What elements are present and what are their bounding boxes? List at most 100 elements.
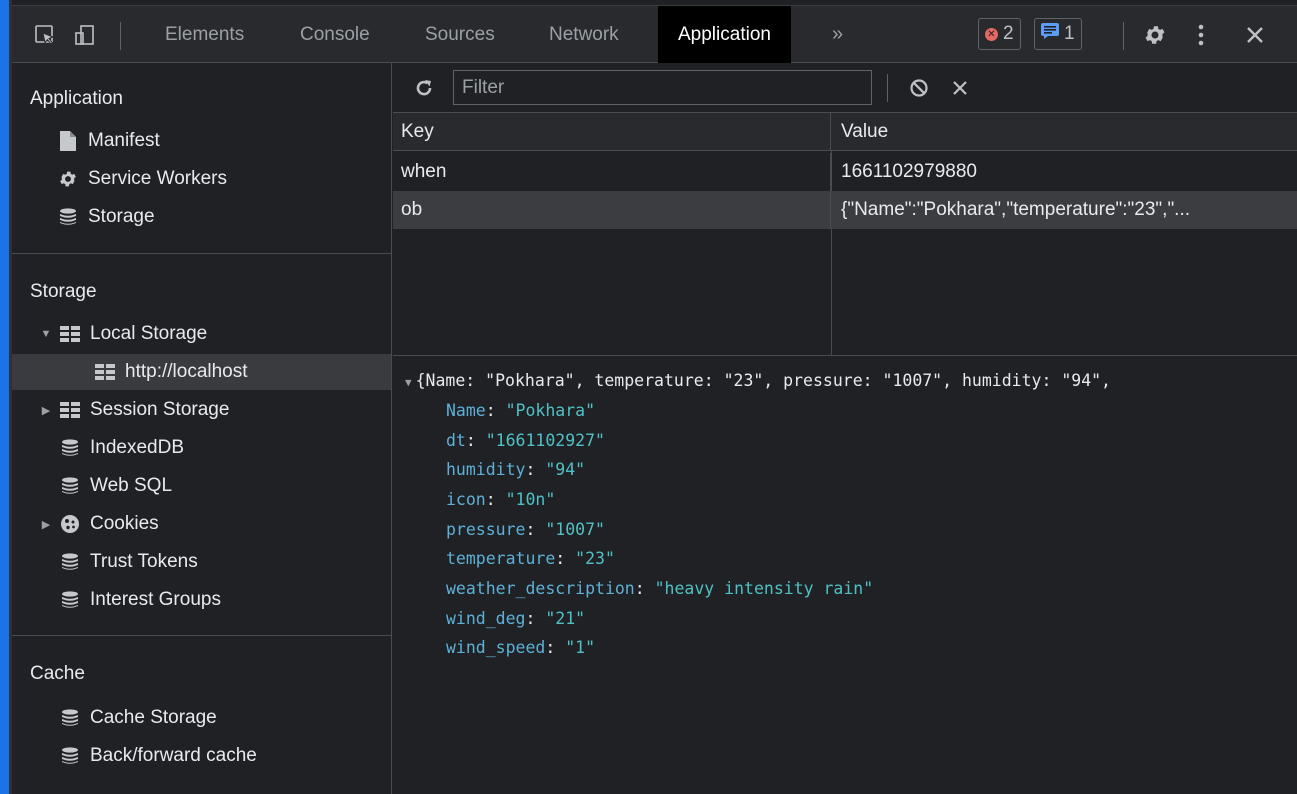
database-icon bbox=[60, 590, 80, 610]
property-line: wind_deg: "21" bbox=[446, 609, 586, 628]
sidebar-item-label: Storage bbox=[88, 206, 155, 227]
refresh-icon[interactable] bbox=[411, 63, 437, 113]
property-key: wind_speed bbox=[446, 638, 546, 657]
more-options-icon[interactable] bbox=[1188, 6, 1214, 64]
column-header-key[interactable]: Key bbox=[393, 113, 831, 150]
inspect-element-icon[interactable] bbox=[30, 6, 60, 64]
application-sidebar: Application Manifest Service Workers Sto… bbox=[12, 63, 392, 794]
storage-main-panel: Key Value when 1661102979880 ob {"Name":… bbox=[393, 63, 1297, 794]
filter-input[interactable] bbox=[453, 70, 872, 105]
tab-network[interactable]: Network bbox=[549, 6, 619, 63]
section-header-application: Application bbox=[30, 88, 123, 109]
sidebar-item-label: Manifest bbox=[88, 130, 160, 151]
window-edge bbox=[0, 0, 9, 794]
toolbar-separator bbox=[887, 74, 888, 102]
expanded-triangle-icon[interactable]: ▼ bbox=[405, 376, 412, 389]
database-icon bbox=[60, 746, 80, 766]
property-value: "94" bbox=[545, 460, 586, 479]
devtools-toolbar: Elements Console Sources Network Applica… bbox=[12, 5, 1297, 63]
sidebar-item-label: Service Workers bbox=[88, 168, 228, 189]
property-line: weather_description: "heavy intensity ra… bbox=[446, 579, 874, 598]
property-line: dt: "1661102927" bbox=[446, 431, 605, 450]
property-line: Name: "Pokhara" bbox=[446, 401, 596, 420]
sidebar-item-label: Local Storage bbox=[90, 323, 208, 344]
property-value: "heavy intensity rain" bbox=[654, 579, 874, 598]
sidebar-item-label: Session Storage bbox=[90, 399, 230, 420]
sidebar-item-cache-storage[interactable]: Cache Storage bbox=[12, 700, 391, 736]
sidebar-item-session-storage[interactable]: ▶ Session Storage bbox=[12, 392, 391, 428]
sidebar-item-service-workers[interactable]: Service Workers bbox=[12, 161, 391, 197]
tab-sources[interactable]: Sources bbox=[425, 6, 495, 63]
property-key: humidity bbox=[446, 460, 526, 479]
database-icon bbox=[60, 708, 80, 728]
tab-elements[interactable]: Elements bbox=[165, 6, 244, 63]
error-icon: ✕ bbox=[985, 27, 998, 41]
sidebar-item-manifest[interactable]: Manifest bbox=[12, 123, 391, 159]
sidebar-item-storage[interactable]: Storage bbox=[12, 199, 391, 235]
sidebar-item-label: Web SQL bbox=[90, 475, 173, 496]
property-key: pressure bbox=[446, 520, 526, 539]
property-value: "1" bbox=[565, 638, 596, 657]
sidebar-item-localhost[interactable]: http://localhost bbox=[12, 354, 391, 390]
messages-badge[interactable]: 1 bbox=[1034, 18, 1082, 50]
section-divider bbox=[12, 253, 391, 254]
property-value: "1661102927" bbox=[485, 431, 605, 450]
tab-console[interactable]: Console bbox=[300, 6, 370, 63]
object-summary-text: {Name: "Pokhara", temperature: "23", pre… bbox=[415, 371, 1111, 390]
section-header-storage: Storage bbox=[30, 281, 97, 302]
errors-badge[interactable]: ✕ 2 bbox=[978, 18, 1021, 50]
grid-table-icon bbox=[60, 400, 80, 420]
property-value: "10n" bbox=[505, 490, 556, 509]
sidebar-item-label: Trust Tokens bbox=[90, 551, 198, 572]
table-cell-key[interactable]: when bbox=[393, 153, 831, 191]
database-icon bbox=[60, 552, 80, 572]
property-line: humidity: "94" bbox=[446, 460, 586, 479]
sidebar-item-interest-groups[interactable]: Interest Groups bbox=[12, 582, 391, 618]
sidebar-item-label: Cookies bbox=[90, 513, 159, 534]
table-cell-key[interactable]: ob bbox=[393, 191, 831, 229]
collapsed-triangle-icon[interactable]: ▶ bbox=[40, 518, 52, 531]
errors-count: 2 bbox=[1003, 23, 1014, 44]
expanded-triangle-icon[interactable]: ▼ bbox=[40, 328, 52, 340]
table-row[interactable]: when 1661102979880 bbox=[393, 153, 1297, 191]
sidebar-item-cookies[interactable]: ▶ Cookies bbox=[12, 506, 391, 542]
sidebar-item-label: IndexedDB bbox=[90, 437, 185, 458]
table-row-selected[interactable]: ob {"Name":"Pokhara","temperature":"23",… bbox=[393, 191, 1297, 229]
sidebar-item-indexeddb[interactable]: IndexedDB bbox=[12, 430, 391, 466]
tab-application[interactable]: Application bbox=[658, 6, 791, 63]
property-key: Name bbox=[446, 401, 486, 420]
column-header-value[interactable]: Value bbox=[831, 113, 1297, 150]
sidebar-item-label: Back/forward cache bbox=[90, 745, 257, 766]
collapsed-triangle-icon[interactable]: ▶ bbox=[40, 404, 52, 417]
sidebar-item-label: Cache Storage bbox=[90, 707, 217, 728]
object-summary[interactable]: ▼ {Name: "Pokhara", temperature: "23", pr… bbox=[405, 371, 1111, 390]
filter-toolbar bbox=[393, 63, 1297, 113]
close-icon[interactable] bbox=[1240, 6, 1270, 64]
property-value: "1007" bbox=[545, 520, 605, 539]
sidebar-item-trust-tokens[interactable]: Trust Tokens bbox=[12, 544, 391, 580]
sidebar-item-web-sql[interactable]: Web SQL bbox=[12, 468, 391, 504]
section-divider bbox=[12, 635, 391, 636]
device-toolbar-icon[interactable] bbox=[70, 6, 100, 64]
toolbar-separator bbox=[120, 22, 121, 50]
table-cell-value[interactable]: 1661102979880 bbox=[831, 153, 1297, 191]
sidebar-item-local-storage[interactable]: ▼ Local Storage bbox=[12, 316, 391, 352]
settings-gear-icon[interactable] bbox=[1139, 6, 1171, 64]
sidebar-item-back-forward-cache[interactable]: Back/forward cache bbox=[12, 738, 391, 774]
cookie-icon bbox=[60, 514, 80, 534]
property-line: icon: "10n" bbox=[446, 490, 556, 509]
delete-selected-icon[interactable] bbox=[948, 63, 972, 113]
property-key: weather_description bbox=[446, 579, 635, 598]
property-key: dt bbox=[446, 431, 466, 450]
property-line: temperature: "23" bbox=[446, 549, 615, 568]
document-icon bbox=[58, 131, 78, 151]
toolbar-separator bbox=[1123, 22, 1124, 50]
property-value: "21" bbox=[545, 609, 586, 628]
storage-table: Key Value when 1661102979880 ob {"Name":… bbox=[393, 113, 1297, 356]
property-line: wind_speed: "1" bbox=[446, 638, 596, 657]
clear-all-icon[interactable] bbox=[905, 63, 933, 113]
more-tabs-button[interactable]: » bbox=[832, 6, 843, 63]
property-key: wind_deg bbox=[446, 609, 526, 628]
table-cell-value[interactable]: {"Name":"Pokhara","temperature":"23","..… bbox=[831, 191, 1297, 229]
grid-table-icon bbox=[60, 324, 80, 344]
